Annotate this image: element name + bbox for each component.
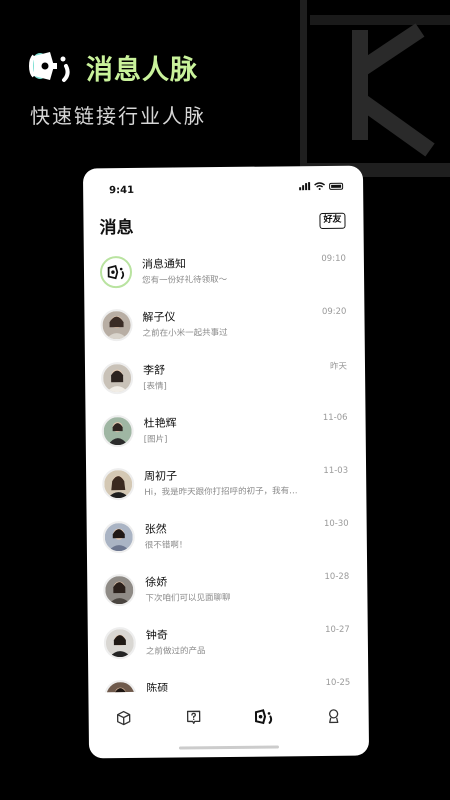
avatar xyxy=(101,414,134,448)
question-icon xyxy=(186,710,201,725)
message-preview: Hi，我是昨天跟你打招呼的初子，我有… xyxy=(144,486,298,498)
friends-button[interactable]: 好友 xyxy=(319,212,346,230)
message-row[interactable]: 杜艳辉 [图片] 11-06 xyxy=(85,409,366,466)
status-time: 9:41 xyxy=(109,184,135,197)
status-icons xyxy=(299,182,344,191)
message-preview: 之前在小米一起共事过 xyxy=(142,327,228,339)
avatar xyxy=(104,679,137,693)
avatar xyxy=(103,626,137,660)
avatar xyxy=(100,308,133,342)
contact-name: 消息通知 xyxy=(141,257,186,271)
contact-name: 徐娇 xyxy=(145,575,168,589)
background-decoration xyxy=(300,0,450,177)
message-time: 09:20 xyxy=(321,306,347,317)
message-time: 10-27 xyxy=(325,624,350,635)
tab-discover[interactable] xyxy=(113,707,135,729)
message-row[interactable]: 张然 很不错啊！ 10-30 xyxy=(87,515,368,572)
tab-messages[interactable] xyxy=(253,706,275,728)
message-preview: 很不错啊！ xyxy=(144,540,188,551)
message-time: 11-03 xyxy=(323,465,349,476)
tab-profile[interactable] xyxy=(323,705,345,727)
tab-questions[interactable] xyxy=(183,706,205,728)
page-title: 消息 xyxy=(99,217,134,239)
megaphone-logo-icon xyxy=(29,52,70,82)
cube-icon xyxy=(116,710,131,726)
message-preview: 之前做过的产品 xyxy=(145,646,206,657)
contact-name: 陈硕 xyxy=(146,681,169,693)
message-list: 消息通知 您有一份好礼待领取～ 09:10 解子仪 之前在小米一起共事过 09:… xyxy=(84,250,369,693)
message-row[interactable]: 陈硕 10-25 xyxy=(88,674,368,693)
message-row[interactable]: 解子仪 之前在小米一起共事过 09:20 xyxy=(84,303,365,360)
message-time: 10-28 xyxy=(324,571,350,582)
avatar xyxy=(103,573,136,607)
message-row[interactable]: 徐娇 下次咱们可以见面聊聊 10-28 xyxy=(87,568,368,625)
promo-title: 消息人脉 xyxy=(86,55,198,86)
signal-icon xyxy=(299,182,311,191)
megaphone-icon xyxy=(254,709,273,725)
message-time: 09:10 xyxy=(321,253,346,264)
wifi-icon xyxy=(314,182,326,191)
contact-name: 周初子 xyxy=(144,469,178,483)
message-time: 昨天 xyxy=(329,361,348,372)
contact-name: 张然 xyxy=(144,522,167,536)
message-time: 10-30 xyxy=(323,518,349,529)
megaphone-icon xyxy=(107,265,125,280)
phone-mockup: 9:41 消息 好友 消息通知 您有一份好礼待领取～ 09:10 解子仪 之前在… xyxy=(82,165,370,759)
message-row[interactable]: 李舒 [表情] 昨天 xyxy=(85,356,366,413)
message-row[interactable]: 钟奇 之前做过的产品 10-27 xyxy=(88,621,369,678)
status-bar: 9:41 xyxy=(83,166,363,209)
contact-name: 钟奇 xyxy=(145,628,168,642)
message-row-notification[interactable]: 消息通知 您有一份好礼待领取～ 09:10 xyxy=(84,250,365,307)
avatar xyxy=(100,361,134,395)
message-preview: [图片] xyxy=(143,434,168,445)
home-indicator xyxy=(178,745,280,750)
contact-name: 解子仪 xyxy=(142,310,176,324)
message-preview: [表情] xyxy=(143,381,167,392)
tab-bar xyxy=(88,696,368,739)
message-time: 11-06 xyxy=(322,412,348,423)
profile-icon xyxy=(328,709,339,724)
message-time: 10-25 xyxy=(325,677,351,688)
message-row[interactable]: 周初子 Hi，我是昨天跟你打招呼的初子，我有… 11-03 xyxy=(86,462,367,519)
contact-name: 杜艳辉 xyxy=(143,416,177,430)
contact-name: 李舒 xyxy=(142,363,166,377)
avatar xyxy=(102,467,135,501)
promo-subtitle: 快速链接行业人脉 xyxy=(30,104,206,128)
battery-icon xyxy=(329,182,344,190)
message-preview: 您有一份好礼待领取～ xyxy=(142,274,228,286)
message-preview: 下次咱们可以见面聊聊 xyxy=(145,592,231,604)
avatar xyxy=(102,520,135,554)
notification-avatar xyxy=(99,255,133,289)
